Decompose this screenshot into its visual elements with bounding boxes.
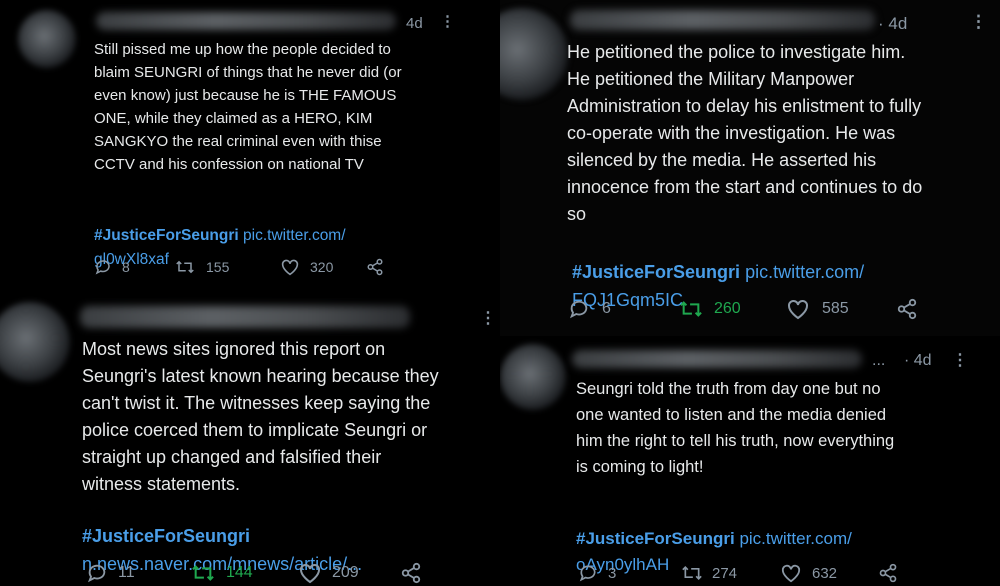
tweet-timestamp: 4d xyxy=(406,15,423,32)
tweet-text: Seungri told the truth from day one but … xyxy=(576,380,895,476)
share-button[interactable] xyxy=(400,562,422,584)
tweet-text: He petitioned the police to investigate … xyxy=(567,42,923,224)
hashtag-link[interactable]: #JusticeForSeungri xyxy=(576,529,735,548)
reply-count: 8 xyxy=(122,259,130,275)
tweet-timestamp: · 4d xyxy=(904,352,932,369)
retweet-button[interactable]: 144 xyxy=(190,562,298,584)
reply-icon xyxy=(87,564,106,583)
share-button[interactable] xyxy=(896,298,918,320)
tweet-actions: 11 144 209 xyxy=(86,562,422,584)
like-button[interactable]: 320 xyxy=(280,258,366,276)
reply-count: 6 xyxy=(602,300,611,317)
author-name-redacted xyxy=(96,12,396,30)
like-icon xyxy=(300,563,320,584)
pic-link[interactable]: pic.twitter.com/ xyxy=(739,529,851,548)
tweet-card-3[interactable]: ⋮ Most news sites ignored this report on… xyxy=(0,292,500,586)
like-button[interactable]: 632 xyxy=(780,563,878,583)
retweet-count: 260 xyxy=(714,300,741,317)
avatar[interactable] xyxy=(500,8,568,100)
like-count: 585 xyxy=(822,300,849,317)
share-icon xyxy=(897,298,917,320)
retweet-icon xyxy=(680,301,702,317)
avatar[interactable] xyxy=(500,344,566,410)
tweet-actions: 3 274 632 xyxy=(578,563,898,583)
more-icon[interactable]: ⋮ xyxy=(952,350,968,370)
like-icon xyxy=(281,259,299,276)
share-button[interactable] xyxy=(366,258,384,276)
tweet-text: Still pissed me up how the people decide… xyxy=(94,41,402,173)
hashtag-link[interactable]: #JusticeForSeungri xyxy=(82,526,250,546)
retweet-count: 274 xyxy=(712,564,738,582)
retweet-button[interactable]: 260 xyxy=(678,298,786,320)
reply-icon xyxy=(95,260,110,275)
retweet-icon xyxy=(192,565,214,581)
reply-icon xyxy=(579,565,596,582)
tweet-card-4[interactable]: ... · 4d ⋮ Seungri told the truth from d… xyxy=(500,336,1000,586)
author-name-redacted xyxy=(80,306,410,328)
pic-link[interactable]: pic.twitter.com/ xyxy=(745,262,864,282)
retweet-icon xyxy=(176,260,194,274)
tweet-text: Most news sites ignored this report on S… xyxy=(82,339,439,494)
avatar[interactable] xyxy=(18,10,76,68)
reply-count: 3 xyxy=(608,564,617,582)
tweet-card-2[interactable]: · 4d ⋮ He petitioned the police to inves… xyxy=(500,0,1000,336)
retweet-button[interactable]: 155 xyxy=(174,258,280,276)
like-count: 209 xyxy=(332,564,359,581)
retweet-icon xyxy=(682,565,702,581)
pic-link[interactable]: pic.twitter.com/ xyxy=(243,227,346,244)
reply-button[interactable]: 8 xyxy=(94,258,174,276)
tweet-card-1[interactable]: 4d ⋮ Still pissed me up how the people d… xyxy=(0,0,500,292)
tweet-ellipsis: ... xyxy=(872,352,886,369)
retweet-button[interactable]: 274 xyxy=(680,563,780,583)
share-icon xyxy=(879,563,897,583)
like-button[interactable]: 585 xyxy=(786,298,896,320)
share-button[interactable] xyxy=(878,563,898,583)
share-icon xyxy=(401,562,421,584)
author-name-redacted xyxy=(570,10,875,30)
reply-button[interactable]: 3 xyxy=(578,563,680,583)
reply-button[interactable]: 6 xyxy=(568,298,678,320)
reply-button[interactable]: 11 xyxy=(86,562,190,584)
tweet-timestamp: · 4d xyxy=(878,14,908,33)
tweet-actions: 8 155 320 xyxy=(94,258,384,276)
reply-icon xyxy=(569,300,588,319)
hashtag-link[interactable]: #JusticeForSeungri xyxy=(572,262,740,282)
like-icon xyxy=(781,564,801,583)
retweet-count: 144 xyxy=(226,564,253,581)
retweet-count: 155 xyxy=(206,259,230,275)
like-button[interactable]: 209 xyxy=(298,562,400,584)
more-icon[interactable]: ⋮ xyxy=(970,12,987,32)
share-icon xyxy=(367,258,383,276)
like-count: 632 xyxy=(812,564,838,582)
reply-count: 11 xyxy=(118,564,135,581)
more-icon[interactable]: ⋮ xyxy=(440,12,455,30)
like-count: 320 xyxy=(310,259,334,275)
like-icon xyxy=(788,299,808,320)
avatar[interactable] xyxy=(0,302,70,382)
more-icon[interactable]: ⋮ xyxy=(480,308,496,328)
author-name-redacted xyxy=(572,350,862,368)
hashtag-link[interactable]: #JusticeForSeungri xyxy=(94,227,239,244)
tweet-actions: 6 260 585 xyxy=(568,298,918,320)
